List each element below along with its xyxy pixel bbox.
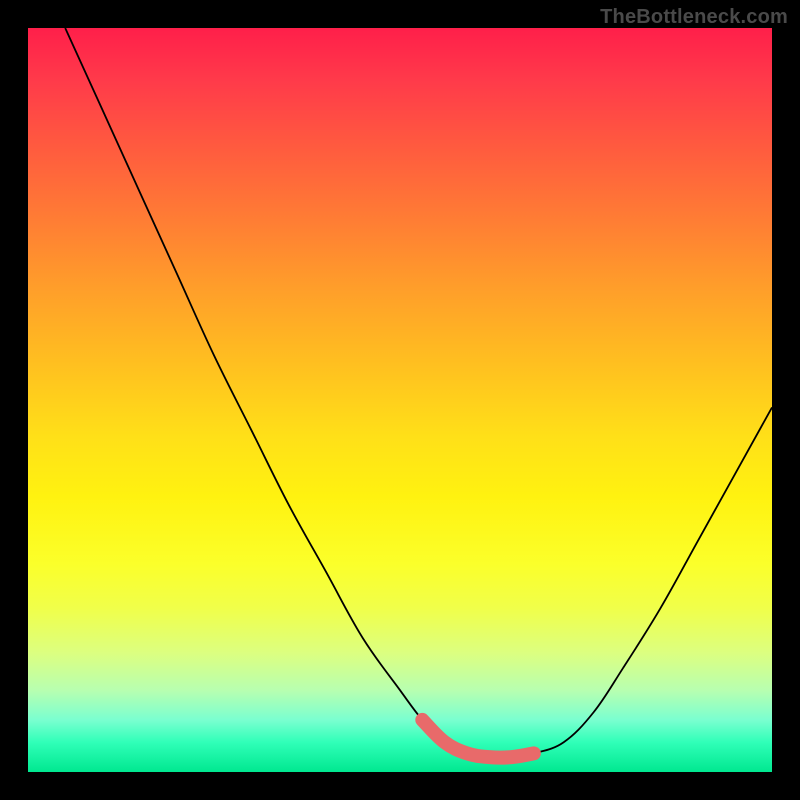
- plot-area: [28, 28, 772, 772]
- watermark-text: TheBottleneck.com: [600, 6, 788, 29]
- chart-container: TheBottleneck.com: [0, 0, 800, 800]
- best-fit-marker: [422, 720, 534, 758]
- bottleneck-curve: [65, 28, 772, 758]
- chart-svg: [28, 28, 772, 772]
